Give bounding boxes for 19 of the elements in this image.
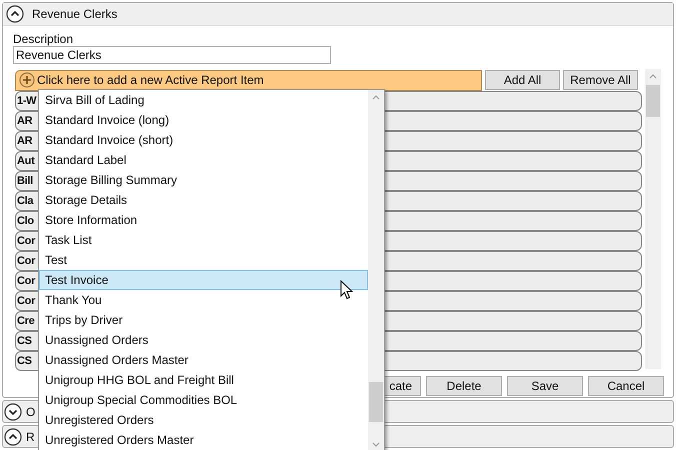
report-item-label: AR	[17, 134, 32, 149]
report-item-label: Aut	[17, 154, 34, 169]
report-item-label: Cor	[17, 294, 36, 309]
add-item-label: Click here to add a new Active Report Item	[37, 72, 264, 89]
section-title: Revenue Clerks	[32, 6, 118, 23]
report-item-label: Bill	[17, 174, 33, 189]
report-item-label: Cor	[17, 234, 36, 249]
report-item-label: CS	[17, 334, 32, 349]
report-item-label: Cre	[17, 314, 34, 329]
report-item-label: Cor	[17, 254, 36, 269]
description-label: Description	[13, 32, 74, 46]
report-item-label: AR	[17, 114, 32, 129]
report-item-label: 1-W	[17, 94, 36, 109]
section-title: R	[26, 428, 35, 446]
report-item-label: CS	[17, 354, 32, 369]
section-title: O	[26, 404, 36, 420]
report-item-label: Cla	[17, 194, 34, 209]
report-item-label: Cor	[17, 274, 36, 289]
report-item-label: Clo	[17, 214, 34, 229]
